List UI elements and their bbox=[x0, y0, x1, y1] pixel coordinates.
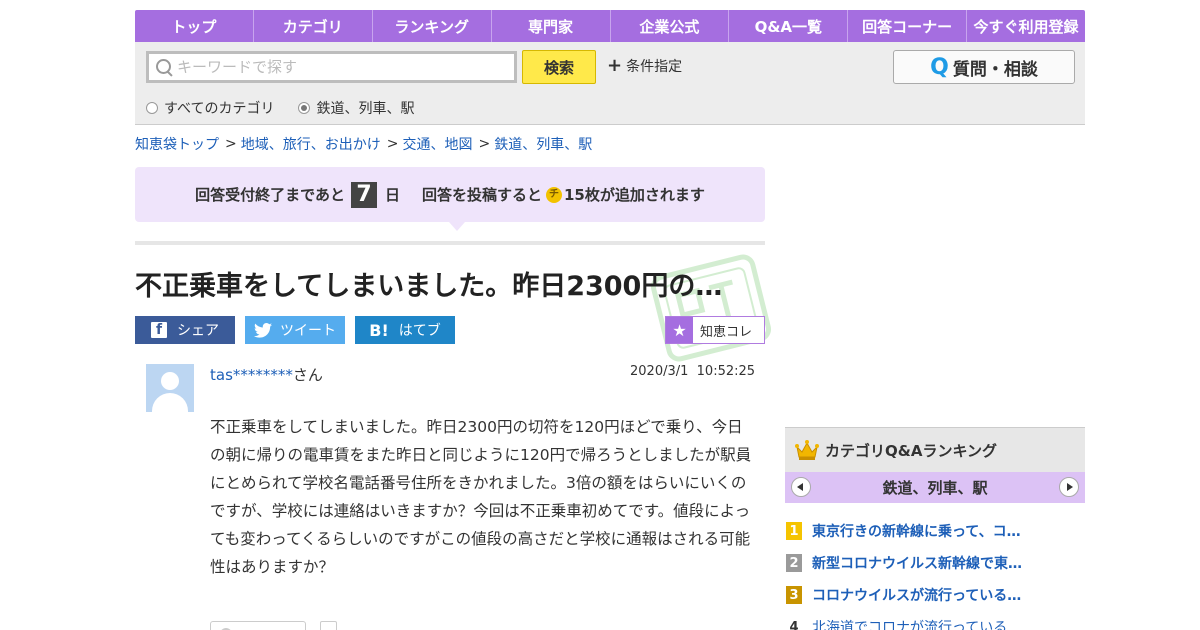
notice-pointer bbox=[449, 222, 465, 231]
nav-ranking[interactable]: ランキング bbox=[373, 10, 492, 42]
twitter-share-button[interactable]: ツイート bbox=[245, 316, 345, 344]
rank-badge: 1 bbox=[786, 522, 802, 540]
breadcrumb-separator: > bbox=[478, 136, 491, 152]
breadcrumb-separator: > bbox=[225, 136, 237, 152]
facebook-icon: f bbox=[151, 322, 167, 338]
ranking-item-link[interactable]: コロナウイルスが流行っている… bbox=[812, 585, 1021, 605]
breadcrumb-item[interactable]: 鉄道、列車、駅 bbox=[494, 134, 592, 154]
ranking-category-name: 鉄道、列車、駅 bbox=[882, 479, 988, 497]
nav-top[interactable]: トップ bbox=[135, 10, 254, 42]
breadcrumb-item[interactable]: 交通、地図 bbox=[402, 134, 472, 154]
breadcrumb-item[interactable]: 地域、旅行、お出かけ bbox=[241, 134, 381, 154]
facebook-share-label: シェア bbox=[177, 323, 219, 339]
breadcrumb: 知恵袋トップ > 地域、旅行、お出かけ > 交通、地図 > 鉄道、列車、駅 bbox=[135, 134, 592, 154]
breadcrumb-separator: > bbox=[386, 136, 399, 152]
reward-prefix: 回答を投稿すると bbox=[421, 186, 542, 204]
rank-badge: 3 bbox=[786, 586, 802, 604]
ranking-item-link[interactable]: 東京行きの新幹線に乗って、コ… bbox=[812, 521, 1021, 541]
ranking-item[interactable]: 4 北海道でコロナが流行っている… bbox=[785, 611, 1085, 630]
answer-deadline-notice: 回答受付終了まであと 7 日 回答を投稿すると チ 15枚が追加されます bbox=[135, 167, 765, 222]
chie-collection-label: 知恵コレ bbox=[700, 324, 753, 340]
search-area: 検索 + 条件指定 すべてのカテゴリ 鉄道、列車、駅 Q 質問・相談 bbox=[135, 42, 1085, 125]
rank-badge: 4 bbox=[789, 619, 799, 630]
star-icon: ★ bbox=[666, 317, 693, 343]
deadline-prefix: 回答受付終了まであと bbox=[195, 186, 345, 204]
question-body: 不正乗車をしてしまいました。昨日2300円の切符を120円ほどで乗り、今日の朝に… bbox=[210, 418, 752, 576]
ask-question-label: 質問・相談 bbox=[952, 59, 1038, 80]
nav-experts[interactable]: 専門家 bbox=[492, 10, 611, 42]
author-name-link[interactable]: tas******** bbox=[210, 366, 293, 384]
search-button[interactable]: 検索 bbox=[522, 50, 596, 84]
ranking-title: カテゴリQ&Aランキング bbox=[825, 441, 997, 460]
next-category-button[interactable] bbox=[1059, 477, 1079, 497]
conditions-label: 条件指定 bbox=[626, 59, 683, 75]
ask-question-button[interactable]: Q 質問・相談 bbox=[893, 50, 1075, 84]
ranking-header: カテゴリQ&Aランキング bbox=[785, 427, 1085, 472]
days-unit: 日 bbox=[384, 186, 400, 204]
search-scope: すべてのカテゴリ 鉄道、列車、駅 bbox=[146, 98, 438, 118]
nav-qa-list[interactable]: Q&A一覧 bbox=[729, 10, 849, 42]
conditions-toggle[interactable]: + 条件指定 bbox=[607, 56, 682, 76]
reaction-checkbox[interactable] bbox=[320, 621, 337, 630]
global-nav: トップ カテゴリ ランキング 専門家 企業公式 Q&A一覧 回答コーナー 今すぐ… bbox=[135, 10, 1085, 42]
divider bbox=[135, 241, 765, 245]
twitter-bird-icon bbox=[254, 322, 272, 338]
crown-icon bbox=[795, 440, 819, 460]
hatena-bookmark-button[interactable]: B! はてブ bbox=[355, 316, 455, 344]
plus-icon: + bbox=[607, 55, 623, 76]
search-box bbox=[146, 51, 517, 83]
prev-category-button[interactable] bbox=[791, 477, 811, 497]
hatena-bookmark-label: はてブ bbox=[398, 323, 441, 339]
reaction-button[interactable] bbox=[210, 621, 306, 630]
nav-category[interactable]: カテゴリ bbox=[254, 10, 373, 42]
scope-category-radio[interactable] bbox=[298, 102, 311, 114]
chie-collection-button[interactable]: ★ 知恵コレ bbox=[665, 316, 765, 344]
ranking-item-link[interactable]: 新型コロナウイルス新幹線で東… bbox=[812, 553, 1022, 573]
scope-category-label[interactable]: 鉄道、列車、駅 bbox=[316, 98, 414, 118]
nav-register[interactable]: 今すぐ利用登録 bbox=[967, 10, 1085, 42]
rank-badge: 2 bbox=[786, 554, 802, 572]
nav-official[interactable]: 企業公式 bbox=[611, 10, 730, 42]
ranking-list: 1 東京行きの新幹線に乗って、コ… 2 新型コロナウイルス新幹線で東… 3 コロ… bbox=[785, 515, 1085, 630]
question-title: 不正乗車をしてしまいました。昨日2300円の… bbox=[135, 271, 723, 302]
facebook-share-button[interactable]: f シェア bbox=[135, 316, 235, 344]
ranking-item-link[interactable]: 北海道でコロナが流行っている… bbox=[812, 617, 1021, 630]
days-remaining: 7 bbox=[350, 181, 377, 208]
coin-icon: チ bbox=[546, 186, 562, 203]
question-author: tas********さん bbox=[210, 364, 323, 385]
ranking-item[interactable]: 3 コロナウイルスが流行っている… bbox=[785, 579, 1085, 611]
ranking-item[interactable]: 1 東京行きの新幹線に乗って、コ… bbox=[785, 515, 1085, 547]
breadcrumb-item[interactable]: 知恵袋トップ bbox=[135, 134, 219, 154]
posted-timestamp: 2020/3/1 10:52:25 bbox=[630, 364, 756, 379]
author-honorific: さん bbox=[292, 366, 323, 384]
search-input[interactable] bbox=[177, 58, 507, 76]
search-icon bbox=[155, 58, 173, 76]
ranking-item[interactable]: 2 新型コロナウイルス新幹線で東… bbox=[785, 547, 1085, 579]
scope-all-radio[interactable] bbox=[146, 102, 158, 114]
nav-answer-corner[interactable]: 回答コーナー bbox=[848, 10, 968, 42]
scope-all-label[interactable]: すべてのカテゴリ bbox=[164, 98, 274, 118]
q-logo-icon: Q bbox=[930, 54, 949, 80]
twitter-share-label: ツイート bbox=[280, 323, 336, 339]
hatena-bookmark-icon: B! bbox=[369, 320, 389, 340]
ranking-category-bar: 鉄道、列車、駅 bbox=[785, 472, 1085, 503]
avatar bbox=[146, 364, 194, 412]
reward-suffix: 15枚が追加されます bbox=[564, 186, 705, 204]
